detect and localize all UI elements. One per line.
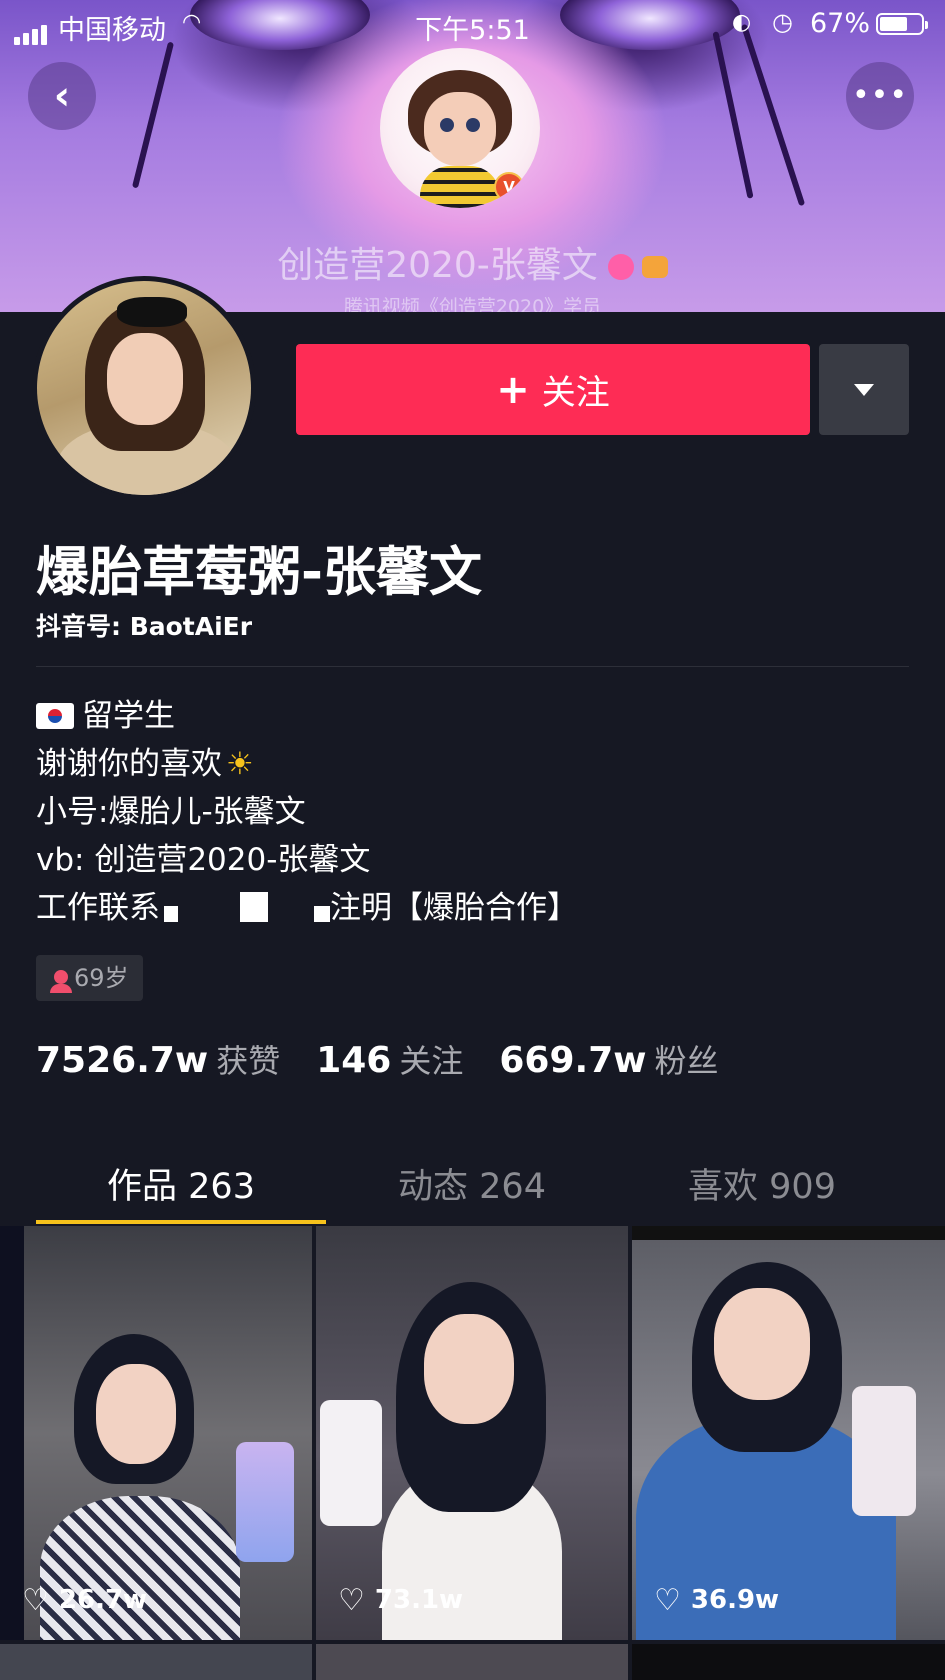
back-chevron-icon: ‹ <box>53 73 71 119</box>
bio-line: vb: 创造营2020-张馨文 <box>36 842 371 878</box>
likes-label: 获赞 <box>216 1042 281 1080</box>
status-time: 下午5:51 <box>415 15 530 46</box>
profile-avatar[interactable] <box>32 276 256 500</box>
followers-label: 粉丝 <box>654 1042 719 1080</box>
video-thumbnail-partial[interactable] <box>316 1644 628 1680</box>
tab-liked[interactable]: 喜欢 909 <box>617 1158 907 1209</box>
video-thumbnail[interactable]: ♡ 36.9w <box>632 1226 945 1640</box>
video-grid: ♡ 26.7w ♡ 73.1w ♡ 36.9w <box>0 1226 945 1680</box>
profile-stats: 7526.7w 获赞 146 关注 669.7w 粉丝 <box>36 1036 755 1082</box>
korea-flag-icon <box>36 703 74 729</box>
back-button[interactable]: ‹ <box>28 62 96 130</box>
more-dots-icon: ••• <box>851 78 909 113</box>
likes-count[interactable]: 7526.7w <box>36 1040 208 1081</box>
recommend-dropdown-button[interactable] <box>819 344 909 435</box>
content-tabs: 作品 263 动态 264 喜欢 909 <box>0 1148 945 1224</box>
banner-art-hair <box>740 23 806 207</box>
rotation-lock-icon: ◐ <box>732 10 752 35</box>
video-likes: ♡ 36.9w <box>654 1583 780 1618</box>
age-tag: 69岁 <box>36 955 143 1001</box>
tab-works[interactable]: 作品 263 <box>36 1158 326 1209</box>
follow-button[interactable]: + 关注 <box>296 344 810 435</box>
video-likes: ♡ 73.1w <box>338 1583 464 1618</box>
redaction-mark <box>240 892 268 922</box>
douyin-id: 抖音号: BaotAiEr <box>36 612 253 641</box>
video-thumbnail-partial[interactable] <box>632 1644 945 1680</box>
battery-icon <box>876 13 928 35</box>
divider <box>36 666 909 667</box>
redaction-mark <box>164 906 178 922</box>
video-thumbnail[interactable]: ♡ 26.7w <box>0 1226 312 1640</box>
female-person-icon <box>50 970 72 993</box>
level-badge-icon <box>641 256 668 278</box>
tab-moments[interactable]: 动态 264 <box>327 1158 617 1209</box>
active-tab-indicator <box>36 1220 326 1224</box>
alarm-icon: ◷ <box>772 8 793 36</box>
banner-avatar: V <box>380 48 540 208</box>
video-likes: ♡ 26.7w <box>22 1583 148 1618</box>
following-count[interactable]: 146 <box>316 1040 391 1081</box>
status-bar: 中国移动 ◠ 下午5:51 ◐ ◷ 67% <box>0 0 945 48</box>
more-button[interactable]: ••• <box>846 62 914 130</box>
plus-icon: + <box>496 366 530 413</box>
verified-badge-icon: V <box>494 172 524 202</box>
follow-label: 关注 <box>541 373 610 413</box>
heart-outline-icon: ♡ <box>22 1583 49 1618</box>
profile-nickname: 爆胎草莓粥-张馨文 <box>36 542 482 603</box>
gender-tag-icon <box>607 254 634 280</box>
following-label: 关注 <box>399 1042 464 1080</box>
redaction-mark <box>314 906 330 922</box>
battery-percent: 67% <box>810 8 871 39</box>
followers-count[interactable]: 669.7w <box>499 1040 646 1081</box>
bio-line: 小号:爆胎儿-张馨文 <box>36 794 306 830</box>
banner-art-hair <box>712 31 754 199</box>
sun-emoji-icon: ☀ <box>226 746 254 782</box>
video-thumbnail[interactable]: ♡ 73.1w <box>316 1226 628 1640</box>
heart-outline-icon: ♡ <box>654 1583 681 1618</box>
profile-bio: 留学生 谢谢你的喜欢 ☀ 小号:爆胎儿-张馨文 vb: 创造营2020-张馨文 工… <box>36 692 578 932</box>
bio-line: 工作联系 注明【爆胎合作】 <box>36 890 578 926</box>
dropdown-triangle-icon <box>854 384 874 396</box>
bio-line: 谢谢你的喜欢 ☀ <box>36 746 254 782</box>
banner-art-hair <box>131 41 175 189</box>
heart-outline-icon: ♡ <box>338 1583 365 1618</box>
video-thumbnail-partial[interactable] <box>0 1644 312 1680</box>
bio-line: 留学生 <box>36 692 578 740</box>
